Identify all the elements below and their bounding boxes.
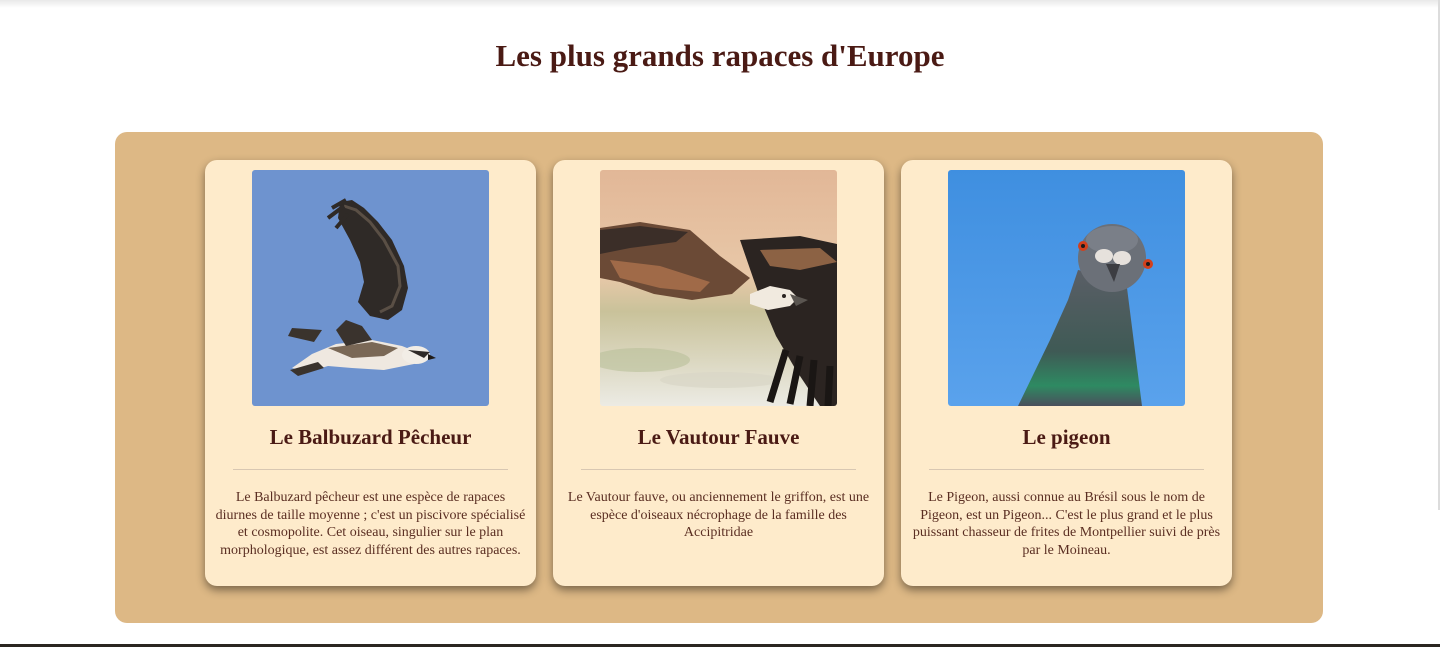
card-description: Le Vautour fauve, ou anciennement le gri…: [567, 490, 870, 541]
card-title: Le Vautour Fauve: [637, 425, 800, 449]
cards-panel: Le Balbuzard Pêcheur Le Balbuzard pêcheu…: [115, 132, 1323, 623]
card-vulture: Le Vautour Fauve Le Vautour fauve, ou an…: [553, 160, 884, 586]
vulture-photo: [600, 170, 837, 406]
top-shadow: [0, 0, 1440, 8]
card-description: Le Balbuzard pêcheur est une espèce de r…: [215, 490, 526, 558]
card-pigeon: Le pigeon Le Pigeon, aussi connue au Bré…: [901, 160, 1232, 586]
pigeon-photo: [948, 170, 1185, 406]
divider: [233, 469, 508, 470]
osprey-photo: [252, 170, 489, 406]
card-title: Le pigeon: [1022, 425, 1111, 449]
card-description: Le Pigeon, aussi connue au Brésil sous l…: [912, 490, 1221, 558]
divider: [581, 469, 856, 470]
page-title: Les plus grands rapaces d'Europe: [495, 38, 945, 73]
card-title: Le Balbuzard Pêcheur: [269, 425, 472, 449]
divider: [929, 469, 1204, 470]
card-osprey: Le Balbuzard Pêcheur Le Balbuzard pêcheu…: [205, 160, 536, 586]
